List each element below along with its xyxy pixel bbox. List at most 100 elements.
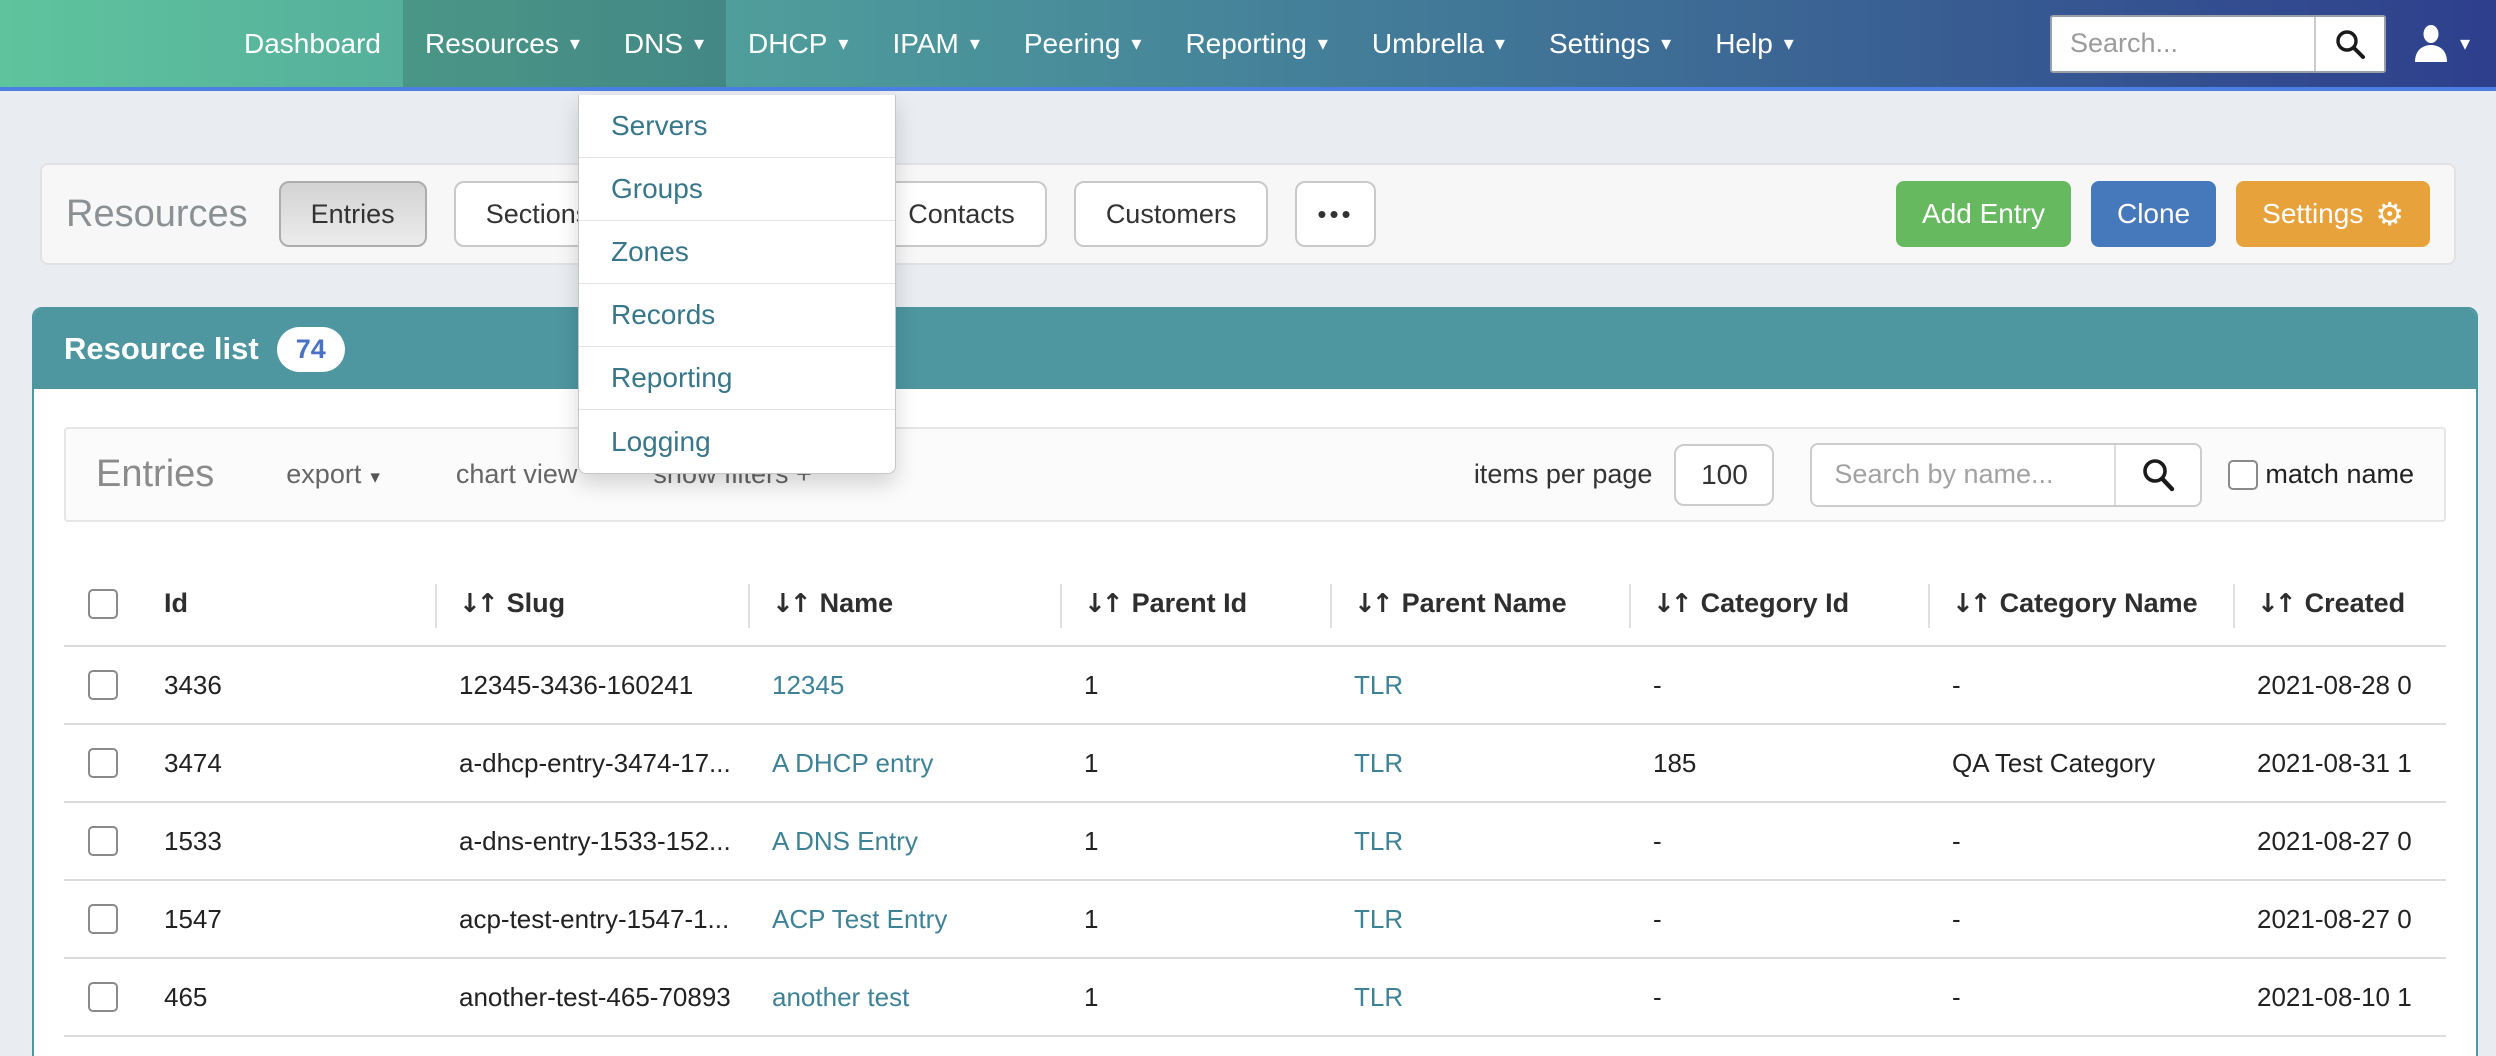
match-name-label: match name (2265, 459, 2414, 490)
column-header-category-id[interactable]: ↓↑Category Id (1629, 562, 1928, 646)
export-menu-button[interactable]: export▾ (286, 459, 380, 490)
row-checkbox[interactable] (88, 826, 118, 856)
tab-customers[interactable]: Customers (1074, 181, 1269, 247)
dns-menu-item-records[interactable]: Records (579, 284, 895, 347)
global-search-button[interactable] (2314, 17, 2384, 71)
cell-name: 12345 (748, 646, 1060, 724)
column-header-slug[interactable]: ↓↑Slug (435, 562, 748, 646)
sort-icon: ↓↑ (1354, 589, 1390, 619)
column-header-parent-name[interactable]: ↓↑Parent Name (1330, 562, 1629, 646)
column-header-category-name[interactable]: ↓↑Category Name (1928, 562, 2233, 646)
chart-view-button[interactable]: chart view (456, 459, 578, 490)
sort-icon: ↓↑ (2257, 589, 2293, 619)
select-all-checkbox[interactable] (88, 589, 118, 619)
table-row: 343612345-3436-160241123451TLR--2021-08-… (64, 646, 2446, 724)
name-search-group (1810, 443, 2202, 507)
cell-parent-id: 1 (1060, 646, 1330, 724)
navbar-item-dashboard[interactable]: Dashboard (222, 0, 403, 87)
navbar-item-resources[interactable]: Resources ▾ (403, 0, 602, 87)
more-tabs-button[interactable]: ••• (1295, 181, 1375, 247)
cell-parent-name: TLR (1330, 646, 1629, 724)
navbar-item-umbrella[interactable]: Umbrella ▾ (1350, 0, 1527, 87)
cell-parent-id: 1 (1060, 958, 1330, 1036)
settings-button[interactable]: Settings⚙ (2236, 181, 2430, 247)
chevron-down-icon: ▾ (1495, 31, 1505, 56)
cell-category-name: - (1928, 958, 2233, 1036)
search-icon (2333, 27, 2367, 61)
parent-name-link[interactable]: TLR (1354, 748, 1403, 778)
cell-id: 465 (140, 958, 435, 1036)
name-link[interactable]: A DNS Entry (772, 826, 918, 856)
header-actions: Add Entry Clone Settings⚙ (1896, 181, 2430, 247)
dns-menu-item-logging[interactable]: Logging (579, 410, 895, 473)
row-select-cell (64, 958, 140, 1036)
tab-contacts[interactable]: Contacts (876, 181, 1047, 247)
name-link[interactable]: A DHCP entry (772, 748, 933, 778)
row-checkbox[interactable] (88, 982, 118, 1012)
navbar-item-ipam[interactable]: IPAM ▾ (870, 0, 1001, 87)
row-checkbox[interactable] (88, 670, 118, 700)
cell-slug: 12345-3436-160241 (435, 646, 748, 724)
parent-name-link[interactable]: TLR (1354, 982, 1403, 1012)
parent-name-link[interactable]: TLR (1354, 904, 1403, 934)
navbar-menu: Dashboard Resources ▾ DNS ▾ DHCP ▾ IPAM … (222, 0, 1816, 87)
row-checkbox[interactable] (88, 904, 118, 934)
navbar-item-help[interactable]: Help ▾ (1693, 0, 1816, 87)
global-search-group (2050, 15, 2386, 73)
user-icon (2412, 24, 2450, 64)
page-title: Resources (66, 193, 248, 236)
name-link[interactable]: another test (772, 982, 909, 1012)
cell-created: 2021-08-27 0 (2233, 802, 2446, 880)
sort-icon: ↓↑ (1952, 589, 1988, 619)
navbar-item-peering[interactable]: Peering ▾ (1002, 0, 1164, 87)
tab-entries[interactable]: Entries (279, 181, 427, 247)
cell-slug: a-dns-entry-1533-152... (435, 802, 748, 880)
search-icon (2139, 456, 2177, 494)
cell-parent-id: 1 (1060, 880, 1330, 958)
column-header-parent-id[interactable]: ↓↑Parent Id (1060, 562, 1330, 646)
cell-name: A DHCP entry (748, 724, 1060, 802)
dns-menu-item-servers[interactable]: Servers (579, 95, 895, 158)
name-search-button[interactable] (2114, 445, 2200, 505)
cell-parent-id: 1 (1060, 724, 1330, 802)
clone-button[interactable]: Clone (2091, 181, 2216, 247)
row-select-cell (64, 646, 140, 724)
resources-header-panel: Resources EntriesSectionsContactsCustome… (40, 163, 2456, 265)
cell-category-id: - (1629, 646, 1928, 724)
chevron-down-icon: ▾ (1131, 31, 1141, 56)
navbar-item-dns[interactable]: DNS ▾ (602, 0, 726, 87)
dns-menu-item-zones[interactable]: Zones (579, 221, 895, 284)
add-entry-button[interactable]: Add Entry (1896, 181, 2071, 247)
name-link[interactable]: 12345 (772, 670, 844, 700)
navbar-item-settings[interactable]: Settings ▾ (1527, 0, 1693, 87)
sort-icon: ↓↑ (772, 589, 808, 619)
global-search-input[interactable] (2052, 17, 2314, 71)
match-name-checkbox[interactable] (2228, 460, 2258, 490)
entries-title: Entries (96, 453, 214, 496)
select-all-cell (64, 562, 140, 646)
navbar-item-reporting[interactable]: Reporting ▾ (1163, 0, 1349, 87)
resource-list-body: Entries export▾ chart view show filters … (34, 389, 2476, 1037)
table-row: 1533a-dns-entry-1533-152...A DNS Entry1T… (64, 802, 2446, 880)
sort-icon: ↓↑ (1084, 589, 1120, 619)
row-checkbox[interactable] (88, 748, 118, 778)
cell-slug: acp-test-entry-1547-1... (435, 880, 748, 958)
chevron-down-icon: ▾ (2460, 31, 2470, 56)
cell-name: ACP Test Entry (748, 880, 1060, 958)
column-header-name[interactable]: ↓↑Name (748, 562, 1060, 646)
column-header-created[interactable]: ↓↑Created (2233, 562, 2446, 646)
user-menu[interactable]: ▾ (2412, 24, 2470, 64)
name-search-input[interactable] (1812, 445, 2114, 505)
chevron-down-icon: ▾ (970, 31, 980, 56)
dns-menu-item-groups[interactable]: Groups (579, 158, 895, 221)
cell-id: 3474 (140, 724, 435, 802)
name-link[interactable]: ACP Test Entry (772, 904, 947, 934)
chevron-down-icon: ▾ (1318, 31, 1328, 56)
cell-parent-name: TLR (1330, 724, 1629, 802)
parent-name-link[interactable]: TLR (1354, 670, 1403, 700)
items-per-page-input[interactable] (1674, 444, 1774, 506)
row-select-cell (64, 724, 140, 802)
dns-menu-item-reporting[interactable]: Reporting (579, 347, 895, 410)
navbar-item-dhcp[interactable]: DHCP ▾ (726, 0, 870, 87)
parent-name-link[interactable]: TLR (1354, 826, 1403, 856)
